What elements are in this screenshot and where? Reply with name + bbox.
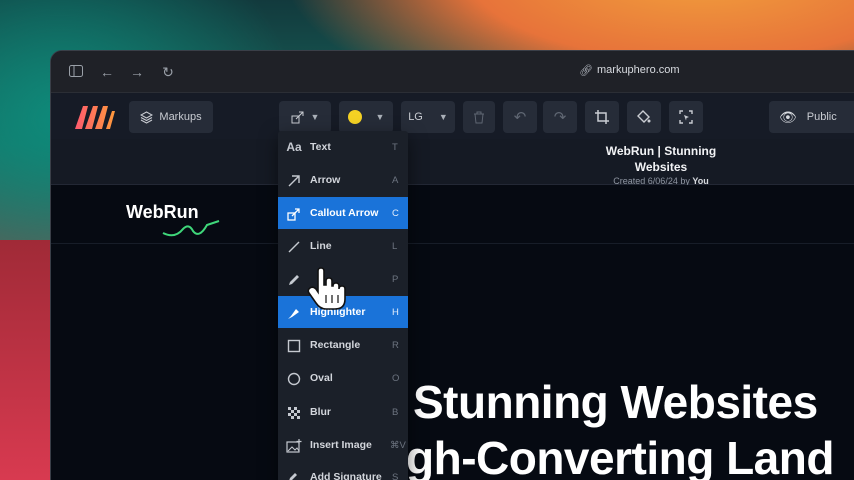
sidebar-toggle-icon[interactable] bbox=[67, 63, 85, 81]
menu-item-text[interactable]: Aa Text T bbox=[278, 131, 408, 163]
select-area-button[interactable] bbox=[669, 101, 703, 133]
hero-heading-line1: Stunning Websites bbox=[413, 376, 818, 428]
undo-icon: ↶ bbox=[513, 109, 527, 126]
menu-item-label: Arrow bbox=[310, 174, 341, 186]
chevron-down-icon: ▼ bbox=[310, 112, 320, 122]
arrow-icon bbox=[278, 172, 310, 188]
menu-item-rectangle[interactable]: Rectangle R bbox=[278, 329, 408, 361]
menu-item-add-signature[interactable]: Add Signature S bbox=[278, 461, 408, 480]
shortcut-key: S bbox=[392, 471, 399, 480]
menu-item-label: Rectangle bbox=[310, 339, 361, 351]
callout-arrow-icon bbox=[278, 205, 310, 221]
shortcut-key: O bbox=[392, 372, 400, 384]
chevron-down-icon: ▼ bbox=[438, 112, 448, 122]
menu-item-arrow[interactable]: Arrow A bbox=[278, 164, 408, 196]
shortcut-key: H bbox=[392, 306, 399, 318]
visibility-label: Public bbox=[806, 111, 837, 123]
menu-item-label: Callout Arrow bbox=[310, 207, 379, 219]
rectangle-icon bbox=[278, 337, 310, 353]
back-arrow-icon[interactable]: ← bbox=[98, 63, 116, 81]
reload-icon[interactable]: ↻ bbox=[159, 63, 177, 81]
forward-arrow-icon[interactable]: → bbox=[128, 63, 146, 81]
menu-item-label: Text bbox=[310, 141, 331, 153]
shortcut-key: C bbox=[392, 207, 399, 219]
menu-item-label: Line bbox=[310, 240, 332, 252]
size-label: LG bbox=[408, 111, 423, 123]
menu-item-oval[interactable]: Oval O bbox=[278, 362, 408, 394]
select-area-icon bbox=[679, 110, 693, 124]
markups-button[interactable]: Markups bbox=[129, 101, 213, 133]
size-select-button[interactable]: LG ▼ bbox=[401, 101, 455, 133]
text-aa-icon: Aa bbox=[286, 140, 302, 154]
color-swatch bbox=[347, 110, 362, 124]
shortcut-key: P bbox=[392, 273, 399, 285]
link-icon: 🔗︎ bbox=[579, 65, 593, 77]
document-title: WebRun | Stunning Websites bbox=[605, 144, 717, 174]
divider bbox=[51, 243, 854, 244]
line-icon bbox=[278, 238, 310, 254]
fill-button[interactable] bbox=[627, 101, 661, 133]
redo-icon: ↷ bbox=[553, 109, 567, 126]
visibility-button[interactable]: 👁︎ Public ▼ bbox=[769, 101, 854, 133]
delete-button[interactable] bbox=[463, 101, 495, 133]
chevron-down-icon: ▼ bbox=[375, 112, 385, 122]
eye-icon: 👁︎ bbox=[779, 108, 797, 125]
menu-item-line[interactable]: Line L bbox=[278, 230, 408, 262]
document-header: WebRun | Stunning Websites Created 6/06/… bbox=[51, 139, 854, 186]
hero-heading-line2: gh-Converting Land bbox=[406, 432, 834, 480]
browser-toolbar: ← → ↻ 🔗︎ markuphero.com bbox=[51, 51, 854, 93]
markup-canvas[interactable]: WebRun Stunning Websites gh-Converting L… bbox=[51, 185, 854, 480]
shortcut-key: T bbox=[392, 141, 398, 153]
shortcut-key: B bbox=[392, 406, 399, 418]
trash-icon bbox=[474, 111, 484, 123]
redo-button[interactable]: ↷ bbox=[543, 101, 577, 133]
menu-item-insert-image[interactable]: Insert Image ⌘V bbox=[278, 429, 408, 461]
markups-label: Markups bbox=[159, 111, 202, 123]
signature-icon bbox=[278, 469, 310, 480]
markuphero-logo[interactable] bbox=[73, 103, 115, 131]
menu-item-label: Add Signature bbox=[310, 471, 382, 480]
blur-icon bbox=[278, 404, 310, 420]
shortcut-key: L bbox=[392, 240, 398, 252]
menu-item-label: Oval bbox=[310, 372, 333, 384]
tool-select-button[interactable]: ▼ bbox=[279, 101, 331, 133]
callout-arrow-icon bbox=[291, 111, 304, 124]
layers-icon bbox=[140, 110, 154, 124]
color-picker-button[interactable]: ▼ bbox=[339, 101, 393, 133]
shortcut-key: A bbox=[392, 174, 399, 186]
oval-icon bbox=[278, 370, 310, 386]
app-toolbar: Markups ▼ ▼ LG ▼ ↶ ↷ 👁︎ Public bbox=[51, 93, 854, 139]
shortcut-key: ⌘V bbox=[390, 439, 406, 451]
insert-image-icon bbox=[278, 437, 310, 453]
browser-window: ← → ↻ 🔗︎ markuphero.com Markups ▼ ▼ LG ▼ bbox=[50, 50, 854, 480]
logo-squiggle-icon bbox=[162, 220, 220, 237]
undo-button[interactable]: ↶ bbox=[503, 101, 537, 133]
shortcut-key: R bbox=[392, 339, 399, 351]
address-bar-url[interactable]: markuphero.com bbox=[597, 64, 680, 76]
menu-item-label: Insert Image bbox=[310, 439, 372, 451]
hand-cursor-icon bbox=[307, 267, 346, 310]
menu-item-label: Blur bbox=[310, 406, 331, 418]
crop-button[interactable] bbox=[585, 101, 619, 133]
menu-item-blur[interactable]: Blur B bbox=[278, 396, 408, 428]
menu-item-callout-arrow[interactable]: Callout Arrow C bbox=[278, 197, 408, 229]
paint-bucket-icon bbox=[637, 110, 651, 123]
crop-icon bbox=[595, 110, 609, 124]
